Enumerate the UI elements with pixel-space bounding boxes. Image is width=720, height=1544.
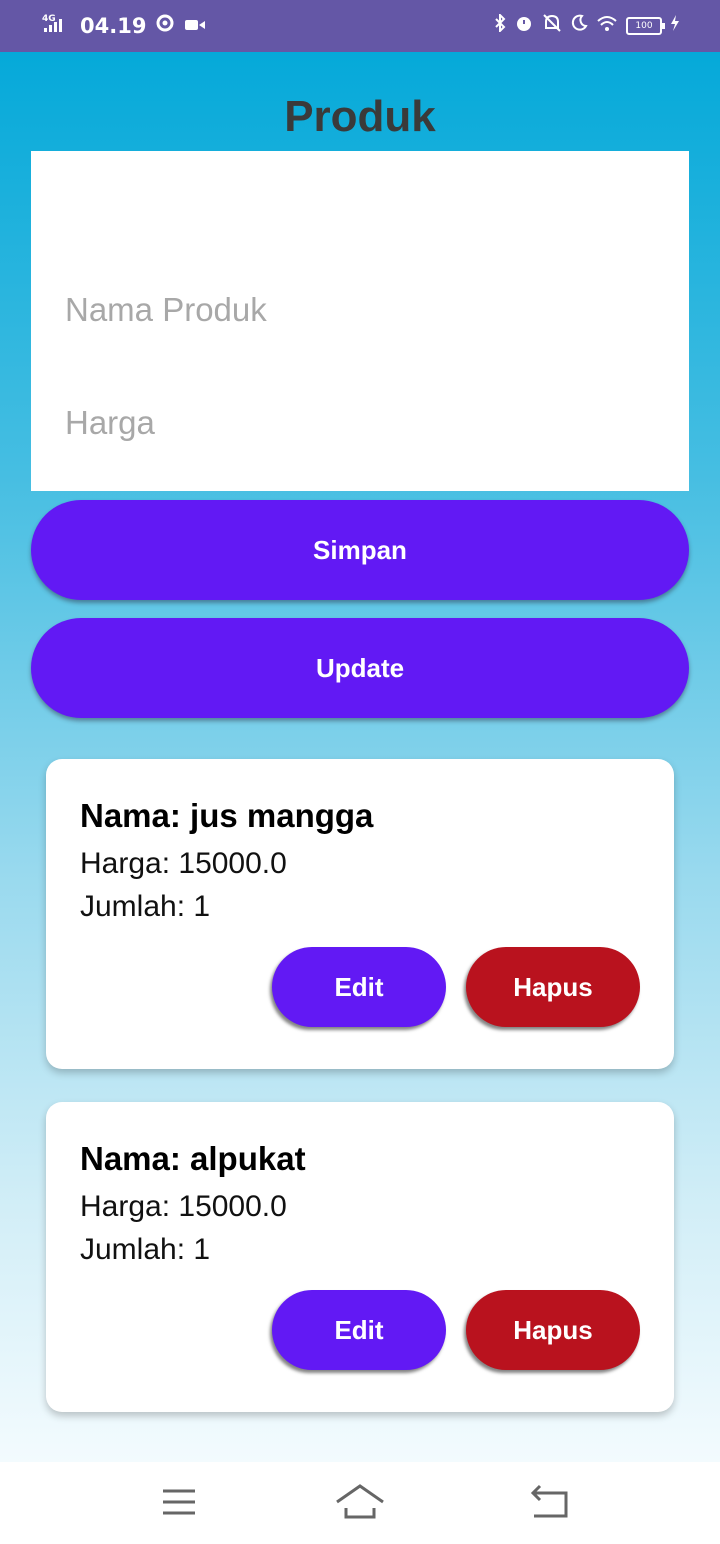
edit-button[interactable]: Edit xyxy=(272,1290,446,1370)
alarm-icon xyxy=(514,13,534,38)
product-price: Harga: 15000.0 xyxy=(80,847,287,880)
charging-icon xyxy=(670,14,680,37)
product-name: Nama: jus mangga xyxy=(80,797,374,834)
update-button[interactable]: Update xyxy=(31,618,689,718)
back-icon[interactable] xyxy=(530,1482,570,1527)
delete-button[interactable]: Hapus xyxy=(466,1290,640,1370)
product-card: Nama: jus mangga Harga: 15000.0 Jumlah: … xyxy=(46,759,674,1069)
page-title: Produk xyxy=(284,92,436,141)
edit-button[interactable]: Edit xyxy=(272,947,446,1027)
wifi-icon xyxy=(596,14,618,37)
product-name-input[interactable] xyxy=(63,279,667,341)
bluetooth-icon xyxy=(494,12,506,37)
mute-icon xyxy=(542,13,562,38)
status-bar-left: 4G 04.19 xyxy=(42,12,206,39)
product-card: Nama: alpukat Harga: 15000.0 Jumlah: 1 E… xyxy=(46,1102,674,1412)
status-bar-right: 100 xyxy=(494,12,680,38)
product-quantity: Jumlah: 1 xyxy=(80,1233,211,1266)
price-input[interactable] xyxy=(63,392,667,454)
battery-icon: 100 xyxy=(626,16,665,35)
product-name: Nama: alpukat xyxy=(80,1140,306,1177)
status-bar: 4G 04.19 100 xyxy=(0,0,720,52)
main-content: Produk Simpan Update Nama: jus mangga Ha… xyxy=(0,52,720,1462)
save-button[interactable]: Simpan xyxy=(31,500,689,600)
product-quantity: Jumlah: 1 xyxy=(80,890,211,923)
menu-icon[interactable] xyxy=(160,1482,200,1527)
status-time: 04.19 xyxy=(80,13,147,38)
delete-button[interactable]: Hapus xyxy=(466,947,640,1027)
moon-icon xyxy=(570,14,588,37)
product-form xyxy=(31,151,689,567)
settings-icon xyxy=(154,12,176,39)
home-icon[interactable] xyxy=(335,1482,385,1527)
signal-icon: 4G xyxy=(42,12,72,39)
product-price: Harga: 15000.0 xyxy=(80,1190,287,1223)
video-icon xyxy=(184,14,206,38)
svg-text:4G: 4G xyxy=(42,14,56,24)
navigation-bar xyxy=(0,1462,720,1544)
